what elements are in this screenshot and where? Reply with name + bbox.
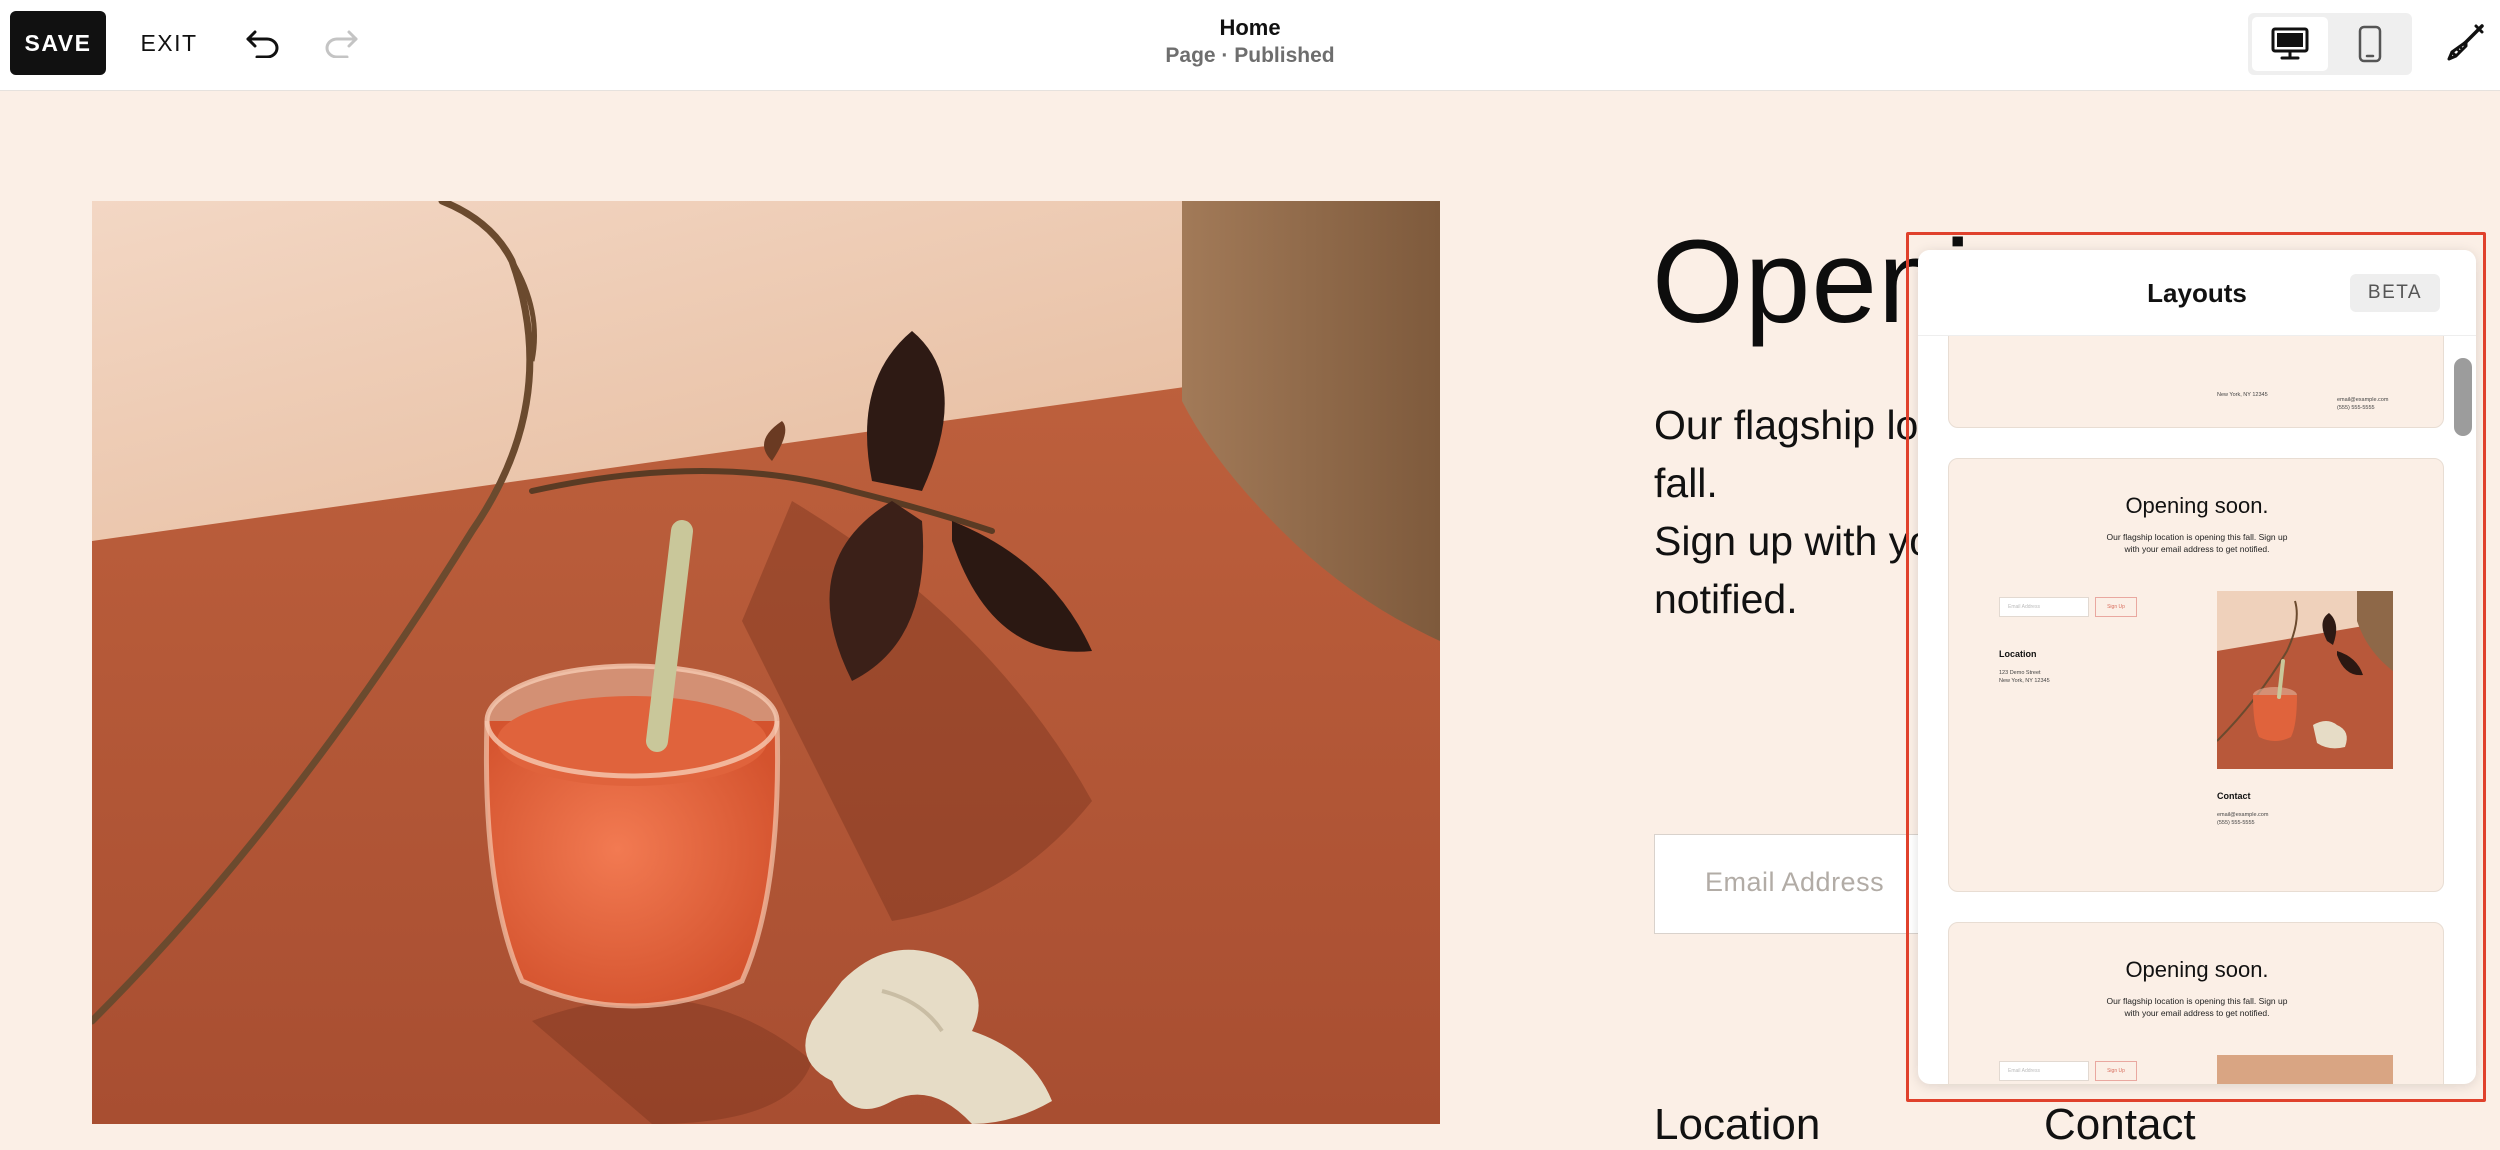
redo-icon xyxy=(325,30,358,58)
save-button[interactable]: SAVE xyxy=(10,11,106,75)
top-toolbar: SAVE EXIT Home Page · Published xyxy=(0,0,2500,91)
email-placeholder: Email Address xyxy=(1705,867,1885,897)
site-styles-button[interactable] xyxy=(2440,16,2492,68)
panel-highlight-outline xyxy=(1906,232,2486,1102)
page-status: Page · Published xyxy=(1165,44,1335,67)
desktop-view-button[interactable] xyxy=(2252,17,2328,71)
hero-image[interactable] xyxy=(92,201,1440,1124)
redo-button[interactable] xyxy=(316,18,366,68)
contact-heading: Contact xyxy=(2044,1100,2196,1149)
paintbrush-icon xyxy=(2447,24,2484,61)
location-heading: Location xyxy=(1654,1100,1821,1149)
device-toggle xyxy=(2248,13,2412,75)
undo-icon xyxy=(246,30,279,58)
mobile-icon xyxy=(2358,25,2382,63)
exit-button[interactable]: EXIT xyxy=(136,11,202,75)
page-info[interactable]: Home Page · Published xyxy=(1050,14,1450,70)
undo-button[interactable] xyxy=(238,18,288,68)
page-title: Home xyxy=(1219,15,1281,40)
mobile-view-button[interactable] xyxy=(2332,17,2408,71)
desktop-icon xyxy=(2271,27,2309,60)
